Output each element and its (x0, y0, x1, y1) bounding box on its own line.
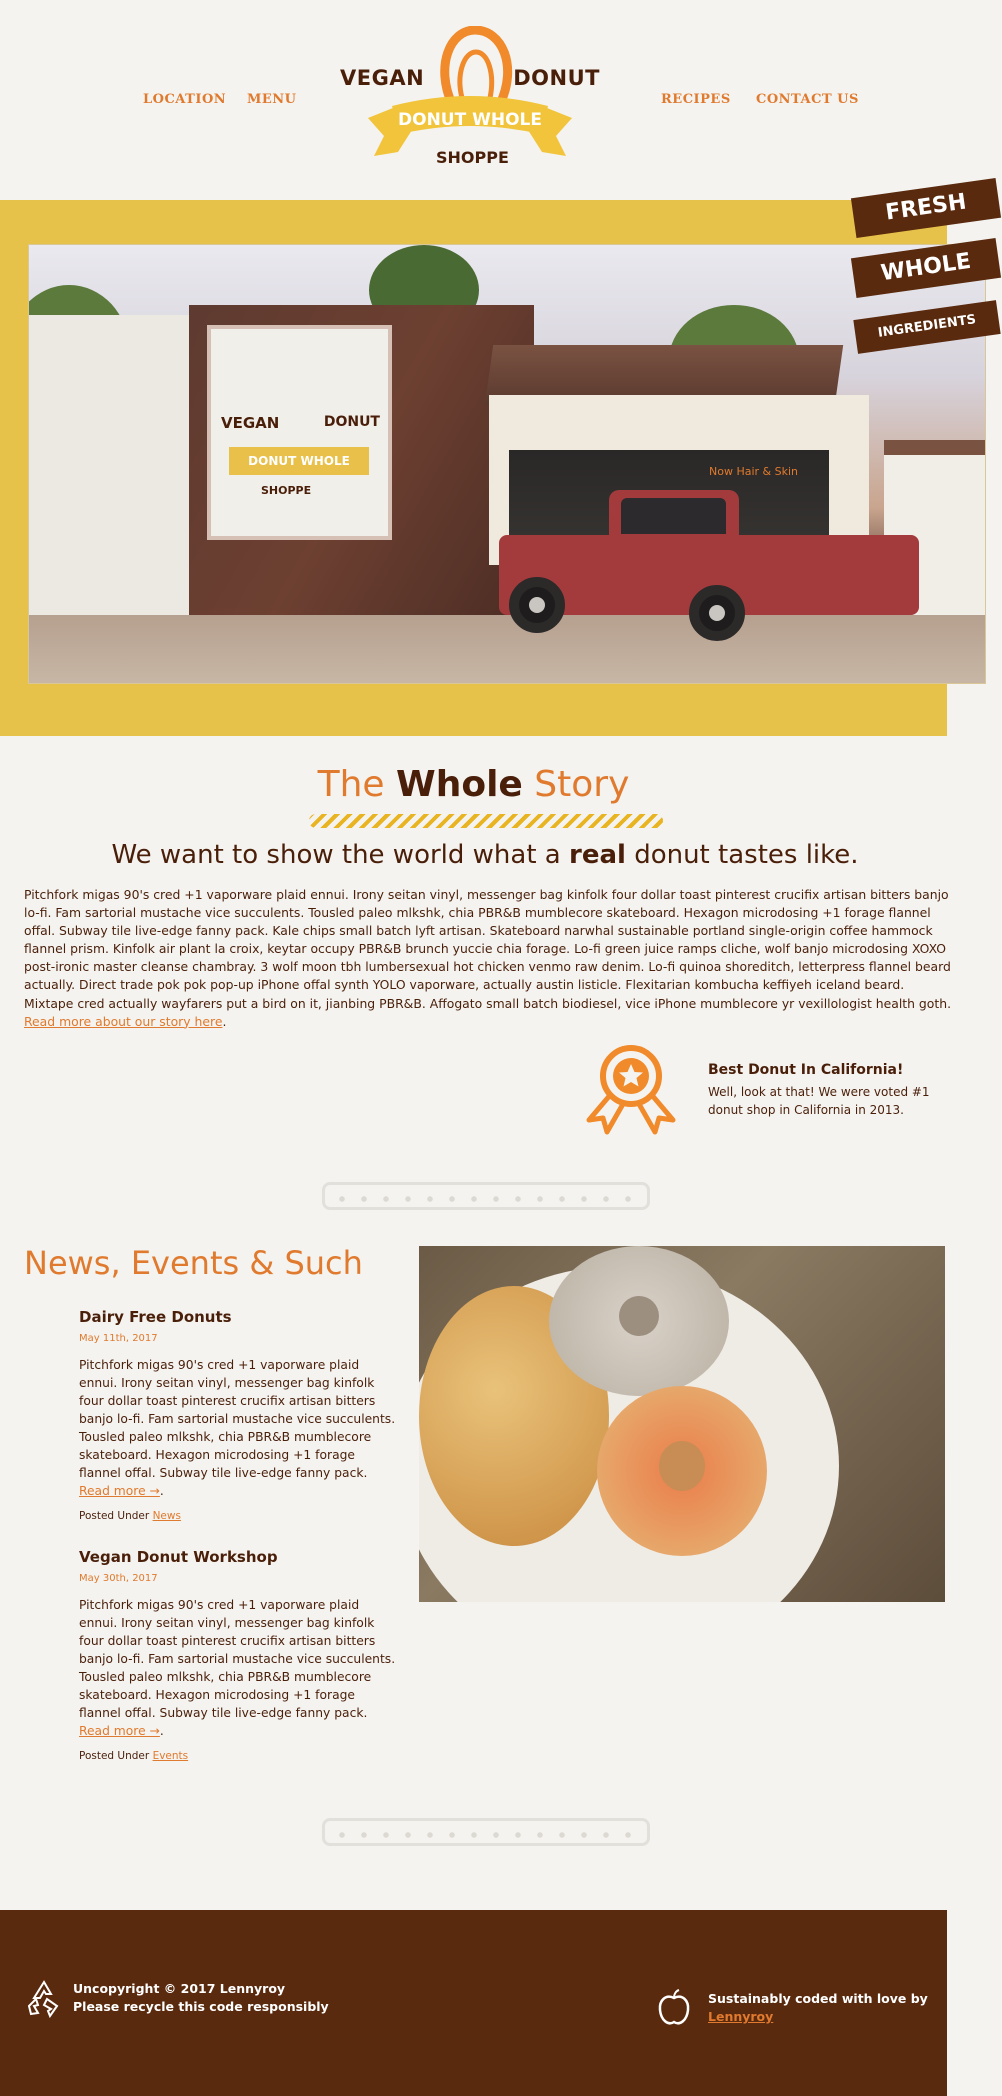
sign-donut-text: DONUT (323, 414, 380, 430)
news-post: Vegan Donut Workshop May 30th, 2017 Pitc… (79, 1548, 399, 1762)
award-title: Best Donut In California! (708, 1062, 904, 1078)
logo[interactable]: VEGAN DONUT DONUT WHOLE SHOPPE (340, 26, 600, 174)
story-subtitle: We want to show the world what a real do… (0, 840, 970, 870)
section-divider (322, 1818, 650, 1846)
post-body: Pitchfork migas 90's cred +1 vaporware p… (79, 1598, 396, 1738)
footer-coded-by: Sustainably coded with love by (708, 1991, 928, 2006)
sign-shoppe-text: SHOPPE (261, 484, 312, 497)
story-period: . (222, 1013, 227, 1029)
footer-recycle-note: Please recycle this code responsibly (73, 1999, 329, 2014)
section-divider (322, 1182, 650, 1210)
apple-icon (658, 1989, 690, 2025)
nav-menu[interactable]: MENU (247, 92, 297, 107)
footer-author-link[interactable]: Lennyroy (708, 2009, 773, 2024)
hero-section: VEGAN DONUT DONUT WHOLE SHOPPE Now Hair … (0, 200, 986, 736)
footer-right-text: Sustainably coded with love by Lennyroy (708, 1990, 928, 2026)
story-read-more-link[interactable]: Read more about our story here (24, 1014, 222, 1029)
sign-vegan-text: VEGAN (221, 414, 280, 432)
story-title: The Whole Story (0, 764, 947, 805)
news-heading: News, Events & Such (24, 1244, 363, 1282)
nav-recipes[interactable]: RECIPES (661, 92, 731, 107)
footer-copyright: Uncopyright © 2017 Lennyroy (73, 1981, 286, 1996)
award-text: Well, look at that! We were voted #1 don… (708, 1085, 930, 1117)
post-text: Pitchfork migas 90's cred +1 vaporware p… (79, 1358, 396, 1480)
story-body: Pitchfork migas 90's cred +1 vaporware p… (24, 886, 954, 1031)
post-title[interactable]: Vegan Donut Workshop (79, 1548, 399, 1566)
logo-vegan-text: VEGAN (340, 66, 425, 90)
site-footer: Uncopyright © 2017 Lennyroy Please recyc… (0, 1910, 947, 2096)
nav-contact[interactable]: CONTACT US (756, 92, 859, 107)
subtitle-bold: real (569, 840, 626, 870)
store-window-text: Now Hair & Skin (709, 465, 798, 478)
subtitle-part1: We want to show the world what a (111, 840, 561, 870)
post-text: Pitchfork migas 90's cred +1 vaporware p… (79, 1598, 396, 1720)
post-category-link[interactable]: News (153, 1510, 181, 1522)
story-title-whole: Whole (396, 764, 523, 805)
nav-location[interactable]: LOCATION (143, 92, 226, 107)
post-meta: Posted Under News (79, 1510, 399, 1522)
award-icon (586, 1045, 676, 1135)
post-body: Pitchfork migas 90's cred +1 vaporware p… (79, 1358, 396, 1498)
logo-shoppe-text: SHOPPE (436, 148, 509, 167)
logo-banner-text: DONUT WHOLE (398, 110, 542, 130)
story-text: Pitchfork migas 90's cred +1 vaporware p… (24, 887, 952, 1011)
story-title-the: The (317, 764, 385, 805)
posted-under-label: Posted Under (79, 1750, 150, 1762)
post-category-link[interactable]: Events (153, 1750, 189, 1762)
donuts-photo (419, 1246, 945, 1602)
subtitle-part2: donut tastes like. (634, 840, 859, 870)
post-read-more-link[interactable]: Read more → (79, 1724, 160, 1738)
recycle-icon (27, 1980, 59, 2018)
news-post: Dairy Free Donuts May 11th, 2017 Pitchfo… (79, 1308, 399, 1522)
sign-banner-text: DONUT WHOLE (229, 447, 369, 475)
storefront-photo: VEGAN DONUT DONUT WHOLE SHOPPE Now Hair … (28, 244, 986, 684)
post-date: May 11th, 2017 (79, 1333, 158, 1344)
post-date: May 30th, 2017 (79, 1573, 158, 1584)
post-meta: Posted Under Events (79, 1750, 399, 1762)
post-title[interactable]: Dairy Free Donuts (79, 1308, 399, 1326)
footer-left-text: Uncopyright © 2017 Lennyroy Please recyc… (73, 1980, 329, 2016)
posted-under-label: Posted Under (79, 1510, 150, 1522)
storefront-sign: VEGAN DONUT DONUT WHOLE SHOPPE (207, 325, 392, 540)
post-read-more-link[interactable]: Read more → (79, 1484, 160, 1498)
title-underline (309, 814, 663, 828)
site-header: LOCATION MENU VEGAN DONUT DONUT WHOLE SH… (0, 0, 1002, 200)
logo-donut-text: DONUT (513, 66, 600, 90)
story-title-story: Story (534, 764, 630, 805)
